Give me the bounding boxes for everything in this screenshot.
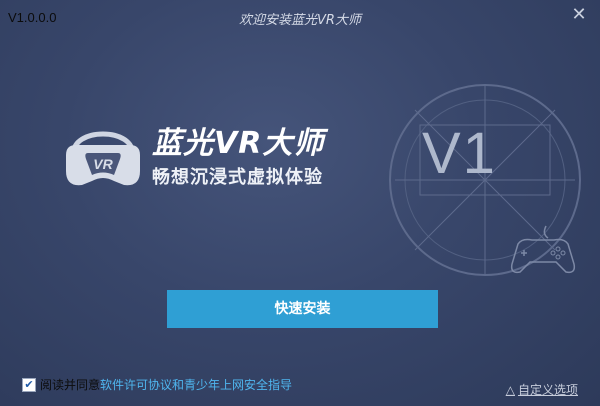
agree-checkbox[interactable]: ✔ (22, 377, 36, 392)
installer-window: V1.0.0.0 欢迎安装蓝光VR大师 ✕ VR 蓝光VR大师 畅想沉浸式虚拟体… (0, 0, 600, 406)
custom-options-link[interactable]: △ 自定义选项 (506, 381, 578, 398)
custom-options-label: 自定义选项 (517, 383, 578, 397)
agree-label: 阅读并同意 (40, 378, 101, 392)
close-icon[interactable]: ✕ (570, 6, 588, 24)
logo-mark-text: VR (93, 156, 113, 172)
gamepad-icon (510, 225, 576, 274)
vr-headset-logo-icon: VR (66, 131, 140, 186)
license-agreement-link[interactable]: 软件许可协议和青少年上网安全指导 (100, 376, 292, 393)
window-title: 欢迎安装蓝光VR大师 (239, 13, 361, 28)
agreement-row: ✔ 阅读并同意 软件许可协议和青少年上网安全指导 (22, 376, 292, 393)
brand-name: 蓝光VR大师 (152, 126, 325, 161)
brand-slogan: 畅想沉浸式虚拟体验 (152, 167, 323, 188)
quick-install-button[interactable]: 快速安装 (167, 290, 438, 328)
emblem-text: V1 (422, 121, 497, 186)
triangle-up-icon: △ (505, 383, 515, 397)
